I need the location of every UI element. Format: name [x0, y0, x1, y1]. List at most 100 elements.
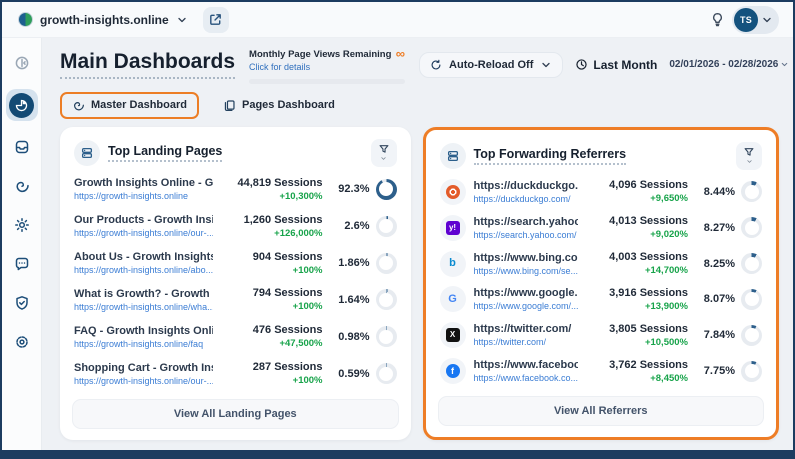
auto-reload-dropdown[interactable]: Auto-Reload Off — [419, 52, 563, 78]
percent-value: 1.86% — [338, 257, 369, 269]
tips-button[interactable] — [710, 12, 725, 27]
sessions-count: 3,762 Sessions — [586, 359, 688, 371]
percent-value: 7.84% — [704, 329, 735, 341]
collapse-sidebar-icon — [14, 55, 30, 71]
percent-donut-icon — [741, 181, 762, 202]
list-item[interactable]: https://duckduckgo.com/ https://duckduck… — [438, 174, 765, 210]
sessions-count: 904 Sessions — [221, 251, 323, 263]
row-title: FAQ - Growth Insights Online — [74, 325, 213, 337]
view-all-referrers-button[interactable]: View All Referrers — [438, 396, 765, 426]
list-item[interactable]: What is Growth? - Growth Insight... http… — [72, 281, 399, 318]
spiral-icon — [14, 178, 30, 194]
server-icon — [74, 140, 100, 166]
sessions-delta: +13,900% — [586, 301, 688, 312]
open-site-button[interactable] — [203, 7, 229, 33]
sidebar-item-dashboards[interactable] — [6, 89, 38, 121]
facebook-favicon-icon: f — [440, 358, 466, 384]
tab-pages-dashboard[interactable]: Pages Dashboard — [213, 94, 345, 117]
app-window: growth-insights.online TS — [2, 2, 793, 450]
quota-progress-bar — [249, 79, 405, 84]
site-favicon-icon — [18, 12, 33, 27]
date-range-picker[interactable]: 02/01/2026 - 02/28/2026 — [669, 59, 789, 70]
row-url-link[interactable]: https://search.yahoo.com/ — [474, 230, 579, 240]
row-url-link[interactable]: https://growth-insights.online/abo... — [74, 265, 213, 275]
sidebar-item-automation[interactable] — [9, 212, 35, 238]
sidebar-item-settings[interactable] — [9, 329, 35, 355]
card-header: Top Landing Pages — [72, 137, 399, 171]
shield-check-icon — [14, 295, 30, 311]
period-selector[interactable]: Last Month — [575, 58, 657, 72]
percent-value: 1.64% — [338, 294, 369, 306]
row-url-link[interactable]: https://duckduckgo.com/ — [474, 194, 579, 204]
percent-value: 0.98% — [338, 331, 369, 343]
tab-master-dashboard[interactable]: Master Dashboard — [60, 92, 199, 119]
row-title: https://search.yahoo.com/ — [474, 216, 579, 228]
sidebar-item-feedback[interactable] — [9, 251, 35, 277]
list-item[interactable]: y! https://search.yahoo.com/ https://sea… — [438, 210, 765, 246]
filter-button[interactable] — [371, 139, 397, 167]
percent-donut-icon — [741, 325, 762, 346]
list-item[interactable]: b https://www.bing.com/s... https://www.… — [438, 246, 765, 282]
list-item[interactable]: About Us - Growth Insights Online https:… — [72, 245, 399, 282]
sessions-count: 794 Sessions — [221, 287, 323, 299]
list-item[interactable]: G https://www.google.com... https://www.… — [438, 281, 765, 317]
quota-details-link[interactable]: Click for details — [249, 62, 405, 72]
row-url-link[interactable]: https://growth-insights.online/wha... — [74, 302, 213, 312]
sessions-count: 4,013 Sessions — [586, 215, 688, 227]
row-url-link[interactable]: https://twitter.com/ — [474, 337, 579, 347]
row-url-link[interactable]: https://growth-insights.online/our-... — [74, 228, 213, 238]
percent-donut-icon — [741, 361, 762, 382]
site-selector[interactable]: growth-insights.online — [40, 13, 169, 27]
sidebar-item-inbox[interactable] — [9, 134, 35, 160]
duckduckgo-favicon-icon — [440, 179, 466, 205]
list-item[interactable]: FAQ - Growth Insights Online https://gro… — [72, 318, 399, 355]
sessions-delta: +9,020% — [586, 229, 688, 240]
percent-value: 0.59% — [338, 368, 369, 380]
sessions-count: 3,916 Sessions — [586, 287, 688, 299]
page-title: Main Dashboards — [60, 50, 235, 79]
refresh-icon — [430, 59, 442, 71]
funnel-icon — [743, 146, 755, 158]
row-url-link[interactable]: https://www.bing.com/se... — [474, 266, 579, 276]
row-title: https://www.bing.com/s... — [474, 252, 579, 264]
row-url-link[interactable]: https://growth-insights.online/faq — [74, 339, 213, 349]
chevron-down-icon — [761, 14, 773, 26]
row-title: Our Products - Growth Insights O... — [74, 214, 213, 226]
list-item[interactable]: X https://twitter.com/ https://twitter.c… — [438, 317, 765, 353]
sessions-count: 476 Sessions — [221, 324, 323, 336]
chevron-down-icon[interactable] — [176, 14, 188, 26]
topbar: growth-insights.online TS — [2, 2, 793, 38]
row-url-link[interactable]: https://growth-insights.online/our-... — [74, 376, 213, 386]
bing-favicon-icon: b — [440, 251, 466, 277]
row-url-link[interactable]: https://growth-insights.online — [74, 191, 213, 201]
card-title: Top Forwarding Referrers — [474, 147, 627, 165]
row-title: https://duckduckgo.com/ — [474, 180, 579, 192]
quota-widget: Monthly Page Views Remaining ∞ Click for… — [249, 49, 405, 84]
percent-donut-icon — [376, 216, 397, 237]
row-url-link[interactable]: https://www.facebook.co... — [474, 373, 579, 383]
content: Main Dashboards Monthly Page Views Remai… — [42, 38, 793, 450]
row-url-link[interactable]: https://www.google.com/... — [474, 301, 579, 311]
percent-donut-icon — [376, 253, 397, 274]
sessions-count: 3,805 Sessions — [586, 323, 688, 335]
percent-donut-icon — [376, 289, 397, 310]
percent-donut-icon — [741, 217, 762, 238]
card-header: Top Forwarding Referrers — [438, 140, 765, 174]
filter-button[interactable] — [736, 142, 762, 170]
percent-value: 92.3% — [338, 183, 369, 195]
sessions-count: 4,096 Sessions — [586, 179, 688, 191]
list-item[interactable]: Our Products - Growth Insights O... http… — [72, 208, 399, 245]
list-item[interactable]: f https://www.facebook.c... https://www.… — [438, 353, 765, 389]
view-all-landing-pages-button[interactable]: View All Landing Pages — [72, 399, 399, 429]
gear-icon — [14, 334, 30, 350]
chevron-down-icon — [540, 59, 552, 71]
list-item[interactable]: Growth Insights Online - Growth I... htt… — [72, 171, 399, 208]
list-item[interactable]: Shopping Cart - Growth Insights ... http… — [72, 355, 399, 392]
sidebar-item-collapse[interactable] — [9, 50, 35, 76]
google-favicon-icon: G — [440, 286, 466, 312]
sidebar-item-sessions[interactable] — [9, 173, 35, 199]
user-menu[interactable]: TS — [732, 6, 779, 34]
percent-value: 8.25% — [704, 258, 735, 270]
sidebar-item-privacy[interactable] — [9, 290, 35, 316]
percent-donut-icon — [376, 179, 397, 200]
